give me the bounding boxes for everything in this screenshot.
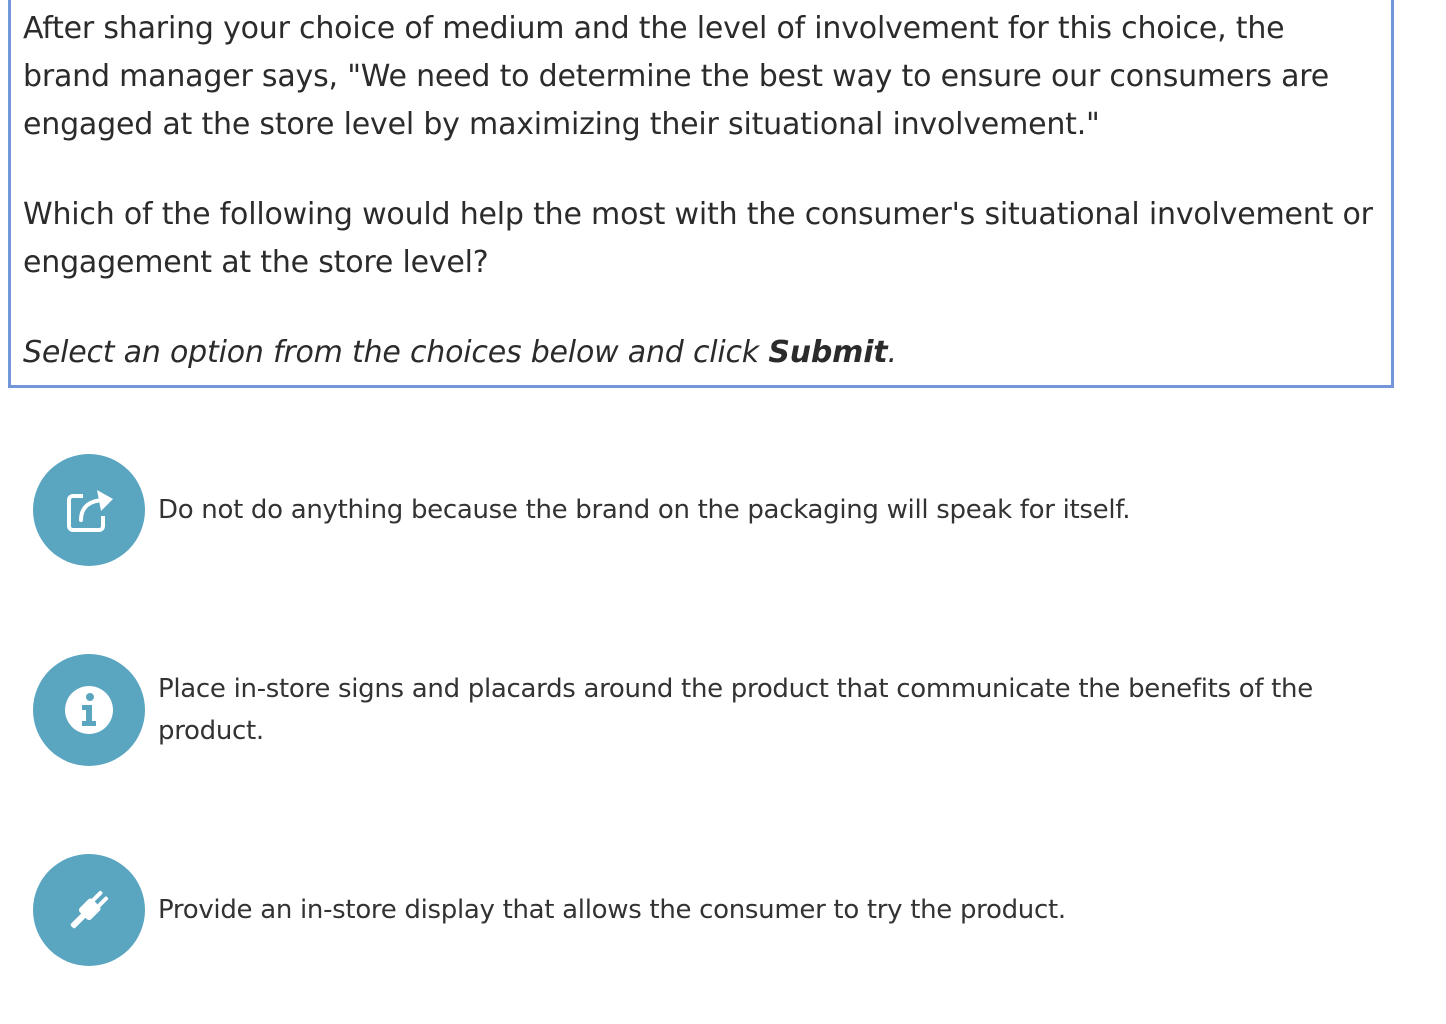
option-label[interactable]: Provide an in-store display that allows …: [158, 889, 1398, 931]
instruction-submit-word: Submit: [768, 335, 888, 370]
option-in-store-display[interactable]: Provide an in-store display that allows …: [33, 854, 1413, 966]
question-context: After sharing your choice of medium and …: [23, 11, 1330, 142]
plug-icon: [70, 890, 109, 929]
instruction-suffix: .: [887, 335, 897, 370]
option-label[interactable]: Place in-store signs and placards around…: [158, 668, 1398, 752]
external-link-icon: [67, 490, 113, 532]
option-do-nothing[interactable]: Do not do anything because the brand on …: [33, 454, 1413, 566]
info-icon: [65, 686, 113, 734]
option-label[interactable]: Do not do anything because the brand on …: [158, 489, 1398, 531]
option-icon-button[interactable]: [33, 854, 145, 966]
question-prompt: Which of the following would help the mo…: [23, 197, 1373, 280]
question-box: After sharing your choice of medium and …: [8, 0, 1394, 388]
instruction-prefix: Select an option from the choices below …: [23, 335, 769, 370]
option-in-store-signs[interactable]: Place in-store signs and placards around…: [33, 654, 1413, 766]
question-instruction: Select an option from the choices below …: [23, 329, 1379, 377]
option-icon-button[interactable]: [33, 654, 145, 766]
option-icon-button[interactable]: [33, 454, 145, 566]
